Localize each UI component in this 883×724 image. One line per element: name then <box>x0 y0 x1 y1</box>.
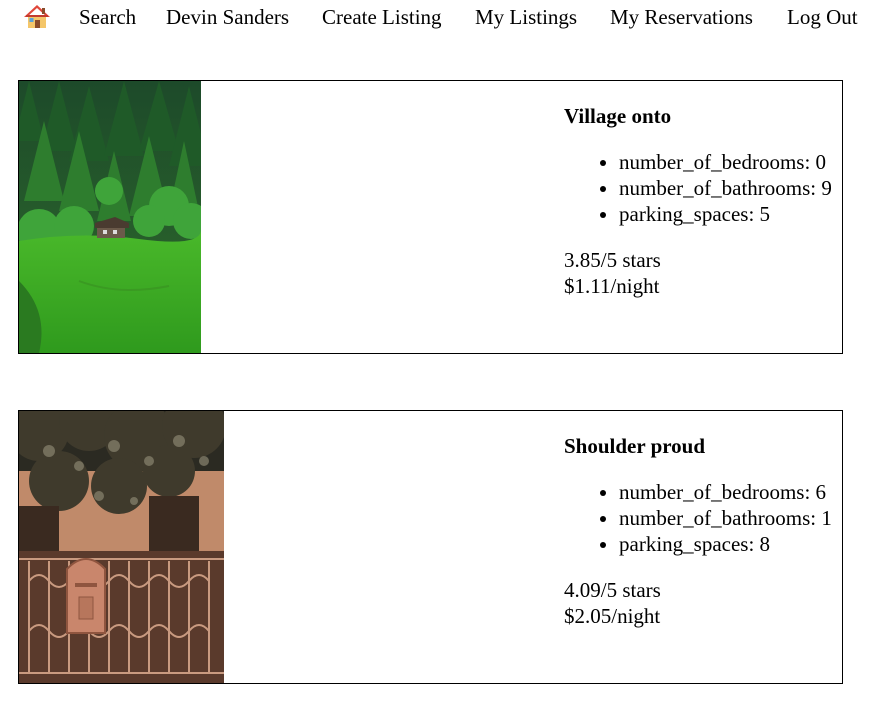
listing-photo-forest-cabin <box>19 81 201 353</box>
feature-bedrooms: number_of_bedrooms: 6 <box>619 479 842 505</box>
listing-card[interactable]: Village onto number_of_bedrooms: 0 numbe… <box>18 80 843 354</box>
listing-features-list: number_of_bedrooms: 0 number_of_bathroom… <box>564 149 842 227</box>
feature-bathrooms: number_of_bathrooms: 9 <box>619 175 842 201</box>
listing-features-list: number_of_bedrooms: 6 number_of_bathroom… <box>564 479 842 557</box>
nav-my-listings-link[interactable]: My Listings <box>475 5 577 29</box>
listing-info: Village onto number_of_bedrooms: 0 numbe… <box>564 103 842 299</box>
feature-bedrooms: number_of_bedrooms: 0 <box>619 149 842 175</box>
nav-search-link[interactable]: Search <box>79 5 136 29</box>
listing-title[interactable]: Shoulder proud <box>564 433 842 459</box>
listing-rating: 4.09/5 stars <box>564 578 661 602</box>
nav-my-reservations-link[interactable]: My Reservations <box>610 5 753 29</box>
listing-rating: 3.85/5 stars <box>564 248 661 272</box>
listing-title[interactable]: Village onto <box>564 103 842 129</box>
nav-user-profile-link[interactable]: Devin Sanders <box>166 5 289 29</box>
top-nav: Search Devin Sanders Create Listing My L… <box>0 0 883 36</box>
feature-parking: parking_spaces: 5 <box>619 201 842 227</box>
listing-price: $2.05/night <box>564 604 661 628</box>
listing-info: Shoulder proud number_of_bedrooms: 6 num… <box>564 433 842 629</box>
listing-price: $1.11/night <box>564 274 660 298</box>
listing-photo-mailbox-gate <box>19 411 224 683</box>
feature-bathrooms: number_of_bathrooms: 1 <box>619 505 842 531</box>
listing-card[interactable]: Shoulder proud number_of_bedrooms: 6 num… <box>18 410 843 684</box>
feature-parking: parking_spaces: 8 <box>619 531 842 557</box>
nav-log-out-link[interactable]: Log Out <box>787 5 858 29</box>
nav-create-listing-link[interactable]: Create Listing <box>322 5 442 29</box>
home-house-icon[interactable] <box>23 3 51 31</box>
